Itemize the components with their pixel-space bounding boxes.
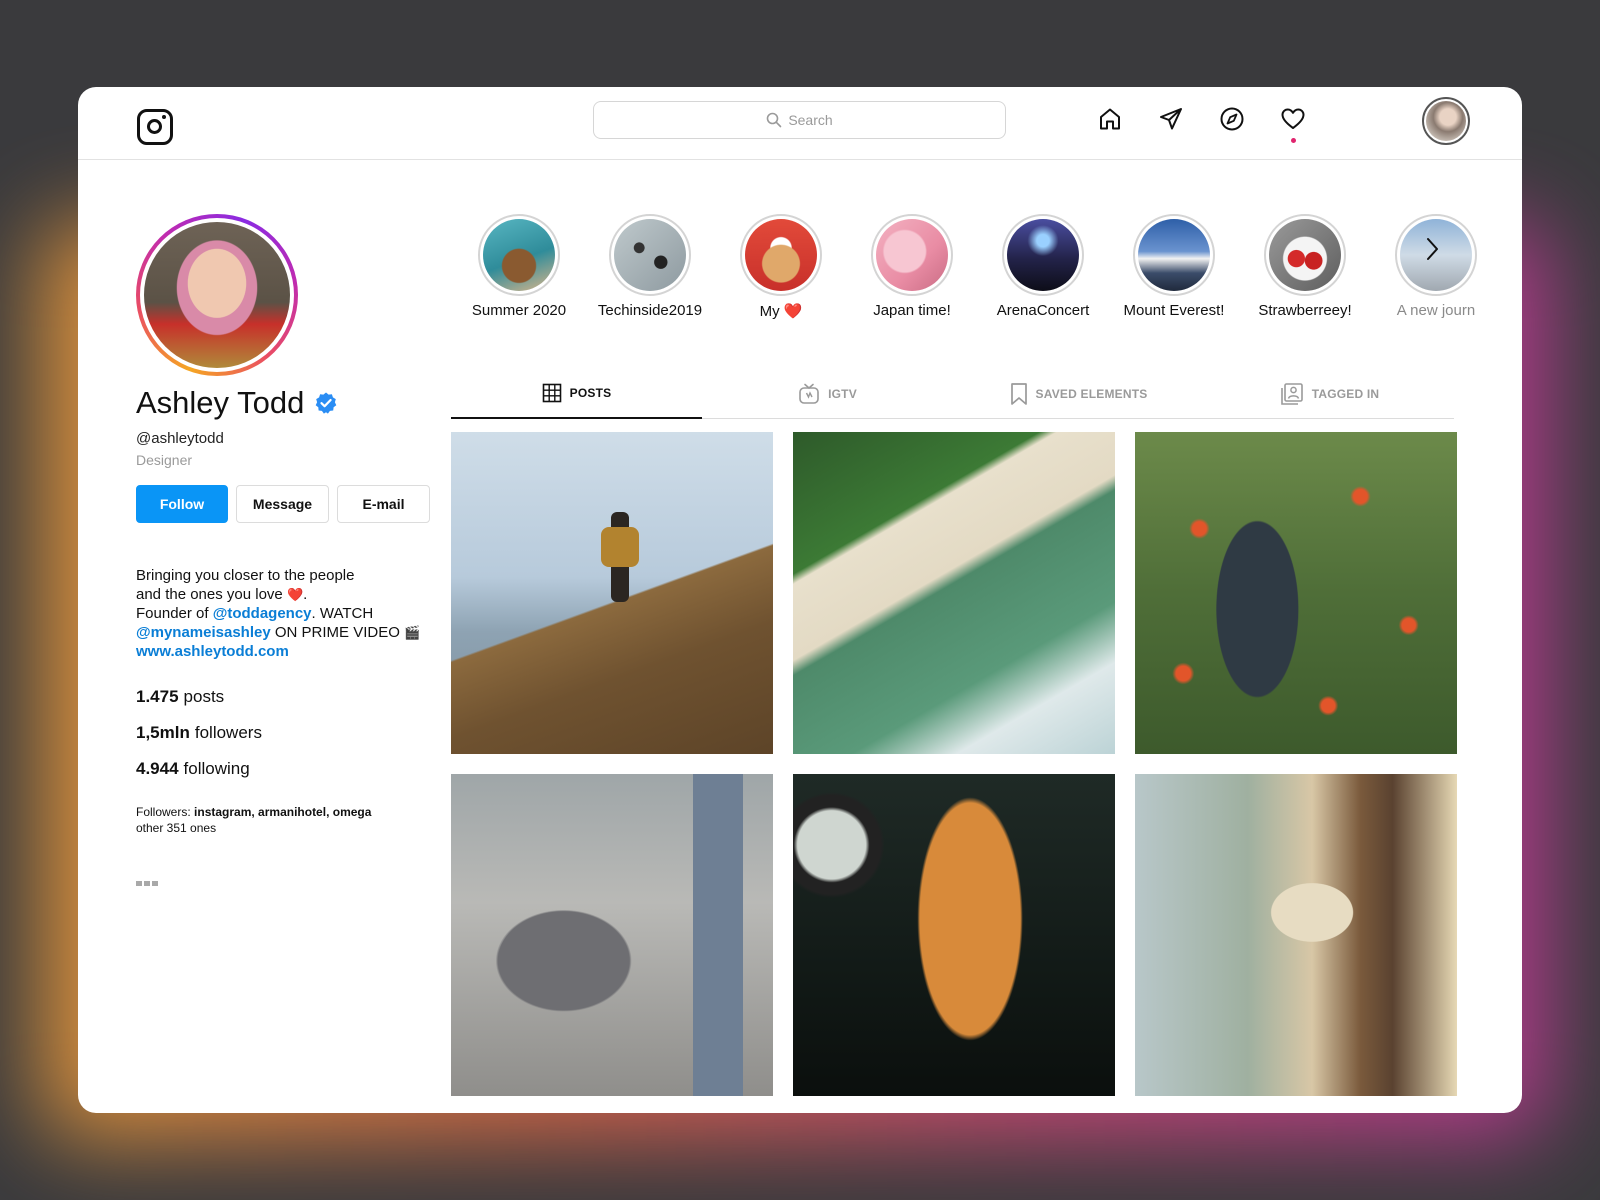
story-thumbnail: [745, 219, 817, 291]
story-highlight[interactable]: Mount Everest!: [1109, 214, 1239, 319]
bio-line: . WATCH: [311, 605, 374, 622]
story-highlight[interactable]: Summer 2020: [454, 214, 584, 319]
following-count[interactable]: 4.944 following: [136, 759, 262, 779]
profile-name-row: Ashley Todd: [136, 385, 338, 421]
story-thumbnail: [1007, 219, 1079, 291]
account-avatar[interactable]: [1422, 97, 1470, 145]
followed-by-others: other 351 ones: [136, 821, 217, 835]
tab-label: IGTV: [828, 387, 857, 401]
mynameisashley-link[interactable]: @mynameisashley: [136, 624, 271, 641]
story-thumbnail: [614, 219, 686, 291]
app-window: Search Ashley Todd @ashleytodd Designer …: [78, 87, 1522, 1113]
tab-tagged-in[interactable]: TAGGED IN: [1204, 369, 1455, 419]
followers-label: followers: [194, 723, 262, 742]
bio-punct: .: [303, 586, 308, 603]
igtv-icon: [799, 383, 819, 404]
tab-label: SAVED ELEMENTS: [1035, 387, 1148, 401]
profile-photo: [144, 222, 290, 368]
story-highlight[interactable]: Techinside2019: [585, 214, 715, 319]
followers-count[interactable]: 1,5mln followers: [136, 723, 262, 743]
bio-line: Bringing you closer to the people: [136, 567, 355, 584]
story-highlight[interactable]: Strawberreey!: [1240, 214, 1370, 319]
tab-label: TAGGED IN: [1311, 387, 1380, 401]
posts-label: posts: [183, 687, 225, 706]
story-label: Strawberreey!: [1258, 302, 1352, 319]
post-thumbnail-aerial-coast[interactable]: [793, 432, 1115, 754]
home-icon[interactable]: [1096, 105, 1124, 133]
tab-igtv[interactable]: IGTV: [702, 369, 953, 419]
follow-button[interactable]: Follow: [136, 485, 228, 523]
followed-by-names: instagram, armanihotel, omega: [194, 805, 372, 819]
post-thumbnail-motorcycle[interactable]: [793, 774, 1115, 1096]
clapper-emoji-icon: 🎬: [404, 625, 421, 640]
story-thumbnail: [876, 219, 948, 291]
story-highlights: Summer 2020 Techinside2019 My ❤️ Japan t…: [454, 214, 1484, 334]
bookmark-icon: [1010, 383, 1027, 405]
story-thumbnail: [1138, 219, 1210, 291]
post-thumbnail-poppy-field[interactable]: [1135, 432, 1457, 754]
story-highlight[interactable]: ArenaConcert: [978, 214, 1108, 319]
tab-label: POSTS: [569, 386, 612, 400]
story-label: Japan time!: [873, 302, 951, 319]
profile-stats: 1.475 posts 1,5mln followers 4.944 followin…: [136, 687, 262, 795]
story-label: Techinside2019: [597, 302, 703, 319]
story-thumbnail: [1269, 219, 1341, 291]
bio-line: Founder of: [136, 605, 209, 622]
website-link[interactable]: www.ashleytodd.com: [136, 643, 289, 660]
profile-tabs: POSTS IGTV SAVED ELEMENTS TAGGED IN: [451, 369, 1454, 419]
followed-by[interactable]: Followers: instagram, armanihotel, omega…: [136, 804, 371, 836]
explore-icon[interactable]: [1218, 105, 1246, 133]
more-options-icon[interactable]: [136, 881, 158, 886]
direct-message-icon[interactable]: [1157, 105, 1185, 133]
profile-role: Designer: [136, 452, 193, 468]
instagram-logo-icon[interactable]: [137, 109, 173, 145]
search-input[interactable]: Search: [593, 101, 1006, 139]
profile-handle: @ashleytodd: [136, 430, 224, 447]
post-thumbnail-street-umbrella[interactable]: [1135, 774, 1457, 1096]
activity-heart-icon[interactable]: [1279, 105, 1307, 143]
post-thumbnail-dog[interactable]: [451, 774, 773, 1096]
post-thumbnail-mountain-hiker[interactable]: [451, 432, 773, 754]
story-label: My ❤️: [759, 303, 803, 320]
story-label: Mount Everest!: [1123, 302, 1225, 319]
bio-line: and the ones you love: [136, 586, 283, 603]
story-label: Summer 2020: [471, 302, 567, 319]
story-highlight[interactable]: Japan time!: [847, 214, 977, 319]
story-label: A new journ: [1396, 302, 1476, 319]
following-label: following: [183, 759, 250, 778]
followed-by-prefix: Followers:: [136, 805, 191, 819]
tagged-icon: [1280, 383, 1303, 405]
search-icon: [767, 112, 782, 128]
verified-badge-icon: [316, 392, 337, 414]
tab-saved-elements[interactable]: SAVED ELEMENTS: [953, 369, 1204, 419]
tab-posts[interactable]: POSTS: [451, 369, 702, 419]
email-button[interactable]: E-mail: [337, 485, 430, 523]
posts-count[interactable]: 1.475 posts: [136, 687, 262, 707]
bio-line: ON PRIME VIDEO: [274, 624, 400, 641]
story-label: ArenaConcert: [996, 302, 1090, 319]
posts-value: 1.475: [136, 687, 179, 706]
search-placeholder: Search: [788, 112, 833, 128]
toddagency-link[interactable]: @toddagency: [213, 605, 312, 622]
message-button[interactable]: Message: [236, 485, 329, 523]
stories-next-chevron-icon[interactable]: [1418, 235, 1446, 263]
story-highlight[interactable]: My ❤️: [716, 214, 846, 320]
story-thumbnail: [483, 219, 555, 291]
story-highlight[interactable]: A new journ: [1371, 214, 1484, 319]
grid-icon: [542, 383, 561, 403]
notification-dot: [1291, 138, 1296, 143]
profile-name: Ashley Todd: [136, 385, 305, 420]
following-value: 4.944: [136, 759, 179, 778]
profile-bio: Bringing you closer to the people and th…: [136, 566, 436, 661]
profile-avatar[interactable]: [136, 214, 298, 376]
followers-value: 1,5mln: [136, 723, 190, 742]
top-navigation-bar: Search: [78, 87, 1522, 160]
heart-emoji-icon: ❤️: [286, 587, 304, 602]
